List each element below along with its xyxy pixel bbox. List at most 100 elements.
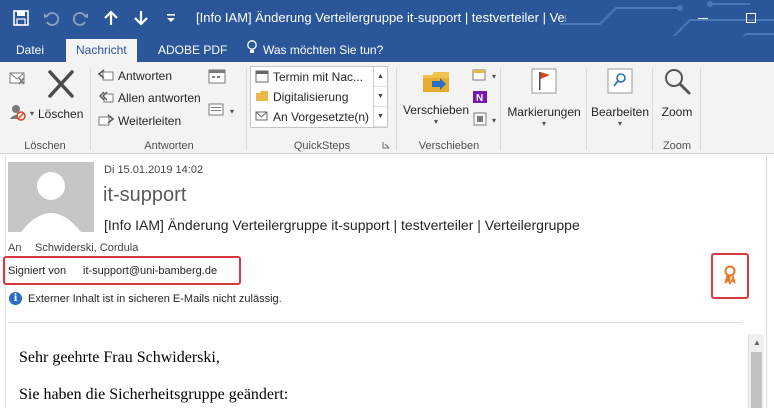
window-title: [Info IAM] Änderung Verteilergruppe it-s… bbox=[196, 10, 566, 25]
group-markierungen: Markierungen ▾ bbox=[502, 62, 586, 154]
right-edge bbox=[766, 155, 774, 408]
group-divider bbox=[700, 68, 701, 150]
move-button[interactable]: Verschieben ▾ bbox=[402, 66, 470, 126]
group-bearbeiten: Bearbeiten ▾ bbox=[588, 62, 652, 154]
scroll-up-icon[interactable]: ▲ bbox=[374, 67, 387, 87]
ribbon-tab-bar: Datei Nachricht ADOBE PDF Was möchten Si… bbox=[0, 36, 774, 62]
dialog-launcher-icon[interactable] bbox=[382, 141, 390, 149]
onenote-icon: N bbox=[472, 89, 488, 108]
signed-by-address[interactable]: it-support@uni-bamberg.de bbox=[83, 265, 217, 277]
body-greeting: Sehr geehrte Frau Schwiderski, bbox=[19, 349, 220, 366]
quickstep-label: Termin mit Nac... bbox=[273, 70, 364, 84]
down-arrow-icon[interactable] bbox=[126, 6, 156, 30]
group-antworten: Antworten Allen antworten Weiterleiten ▾ bbox=[92, 62, 246, 154]
ribbon: ▾ Löschen Löschen Antworten Allen antwor… bbox=[0, 62, 774, 154]
editing-caret-icon: ▾ bbox=[617, 119, 622, 128]
junk-icon bbox=[8, 103, 26, 124]
find-icon bbox=[605, 66, 635, 99]
group-divider bbox=[396, 68, 397, 150]
minimize-icon[interactable] bbox=[680, 0, 726, 36]
flag-icon bbox=[529, 66, 559, 99]
up-arrow-icon[interactable] bbox=[96, 6, 126, 30]
move-caret-icon: ▾ bbox=[433, 117, 438, 126]
onenote-button[interactable]: N bbox=[472, 87, 488, 109]
tab-nachricht[interactable]: Nachricht bbox=[66, 39, 137, 62]
lightbulb-icon bbox=[246, 39, 258, 62]
tab-adobe-pdf[interactable]: ADOBE PDF bbox=[148, 39, 237, 62]
tab-datei[interactable]: Datei bbox=[6, 39, 54, 62]
to-recipient[interactable]: Schwiderski, Cordula bbox=[35, 242, 138, 254]
editing-button[interactable]: Bearbeiten ▾ bbox=[590, 66, 650, 128]
sender-name[interactable]: it-support bbox=[103, 184, 186, 207]
more-respond-icon bbox=[208, 101, 226, 122]
ignore-button[interactable] bbox=[8, 68, 26, 90]
title-bar: [Info IAM] Änderung Verteilergruppe it-s… bbox=[0, 0, 774, 36]
scroll-up-icon[interactable]: ▲ bbox=[749, 334, 765, 350]
group-loeschen: ▾ Löschen Löschen bbox=[0, 62, 90, 154]
rules-icon bbox=[472, 67, 488, 86]
forward-mail-icon bbox=[255, 109, 269, 126]
header-divider bbox=[8, 322, 742, 323]
forward-icon bbox=[98, 112, 115, 131]
quicksteps-gallery: Termin mit Nac... Digitalisierung An Vor… bbox=[250, 66, 388, 128]
quickstep-label: Digitalisierung bbox=[273, 90, 349, 104]
quick-access-toolbar bbox=[6, 6, 186, 30]
group-verschieben: Verschieben ▾ ▾ N ▾ Verschieben bbox=[398, 62, 500, 154]
quickstep-termin[interactable]: Termin mit Nac... bbox=[251, 67, 371, 87]
more-respond-caret-icon: ▾ bbox=[230, 106, 235, 116]
expand-gallery-icon[interactable]: ▼ bbox=[374, 107, 387, 127]
tags-button[interactable]: Markierungen ▾ bbox=[504, 66, 584, 128]
junk-button[interactable]: ▾ bbox=[8, 102, 34, 124]
tags-label: Markierungen bbox=[507, 105, 581, 119]
redo-icon[interactable] bbox=[66, 6, 96, 30]
rules-button[interactable]: ▾ bbox=[472, 65, 496, 87]
svg-text:N: N bbox=[476, 93, 483, 104]
message-subject: [Info IAM] Änderung Verteilergruppe it-s… bbox=[104, 217, 580, 233]
more-respond-button[interactable]: ▾ bbox=[208, 100, 234, 122]
signature-badge-highlight[interactable] bbox=[711, 253, 749, 299]
meeting-button[interactable] bbox=[208, 66, 226, 88]
quickstep-digitalisierung[interactable]: Digitalisierung bbox=[251, 87, 371, 107]
tell-me-box[interactable]: Was möchten Sie tun? bbox=[236, 39, 393, 62]
body-scrollbar[interactable]: ▲ bbox=[748, 334, 764, 408]
actions-icon bbox=[472, 111, 488, 130]
group-label-zoom: Zoom bbox=[662, 140, 692, 152]
info-bar: i Externer Inhalt ist in sicheren E-Mail… bbox=[9, 292, 282, 305]
customize-caret-icon[interactable] bbox=[156, 6, 186, 30]
info-icon: i bbox=[9, 292, 22, 305]
calendar-icon bbox=[255, 69, 269, 86]
restore-icon[interactable] bbox=[728, 0, 774, 36]
junk-caret-icon: ▾ bbox=[30, 108, 35, 118]
scroll-down-icon[interactable]: ▼ bbox=[374, 87, 387, 107]
to-label: An bbox=[8, 242, 22, 254]
quickstep-vorgesetzte[interactable]: An Vorgesetzte(n) bbox=[251, 107, 371, 127]
undo-icon[interactable] bbox=[36, 6, 66, 30]
scroll-thumb[interactable] bbox=[751, 352, 762, 408]
reply-button[interactable]: Antworten bbox=[97, 65, 172, 87]
body-line: Sie haben die Sicherheitsgruppe geändert… bbox=[19, 386, 289, 403]
actions-button[interactable]: ▾ bbox=[472, 109, 496, 131]
quickstep-label: An Vorgesetzte(n) bbox=[273, 110, 370, 124]
signed-by-label: Signiert von bbox=[8, 265, 67, 277]
zoom-button[interactable]: Zoom bbox=[656, 66, 698, 119]
group-divider bbox=[246, 68, 247, 150]
signature-certificate-icon[interactable] bbox=[723, 265, 737, 288]
tell-me-label: Was möchten Sie tun? bbox=[263, 43, 384, 57]
folder-icon bbox=[255, 89, 269, 106]
reply-all-button[interactable]: Allen antworten bbox=[98, 87, 201, 109]
quicksteps-scroll[interactable]: ▲ ▼ ▼ bbox=[373, 67, 387, 127]
magnifier-icon bbox=[662, 66, 692, 99]
tags-caret-icon: ▾ bbox=[541, 119, 546, 128]
delete-button[interactable]: Löschen bbox=[38, 68, 83, 121]
reply-all-label: Allen antworten bbox=[118, 91, 201, 105]
group-label-verschieben: Verschieben bbox=[418, 140, 480, 152]
zoom-label: Zoom bbox=[661, 105, 693, 119]
group-divider bbox=[90, 68, 91, 150]
forward-button[interactable]: Weiterleiten bbox=[98, 110, 181, 132]
delete-label: Löschen bbox=[38, 107, 84, 121]
group-divider bbox=[586, 68, 587, 150]
reply-icon bbox=[97, 67, 114, 86]
save-icon[interactable] bbox=[6, 6, 36, 30]
group-divider bbox=[652, 68, 653, 150]
move-label: Verschieben bbox=[402, 103, 470, 117]
